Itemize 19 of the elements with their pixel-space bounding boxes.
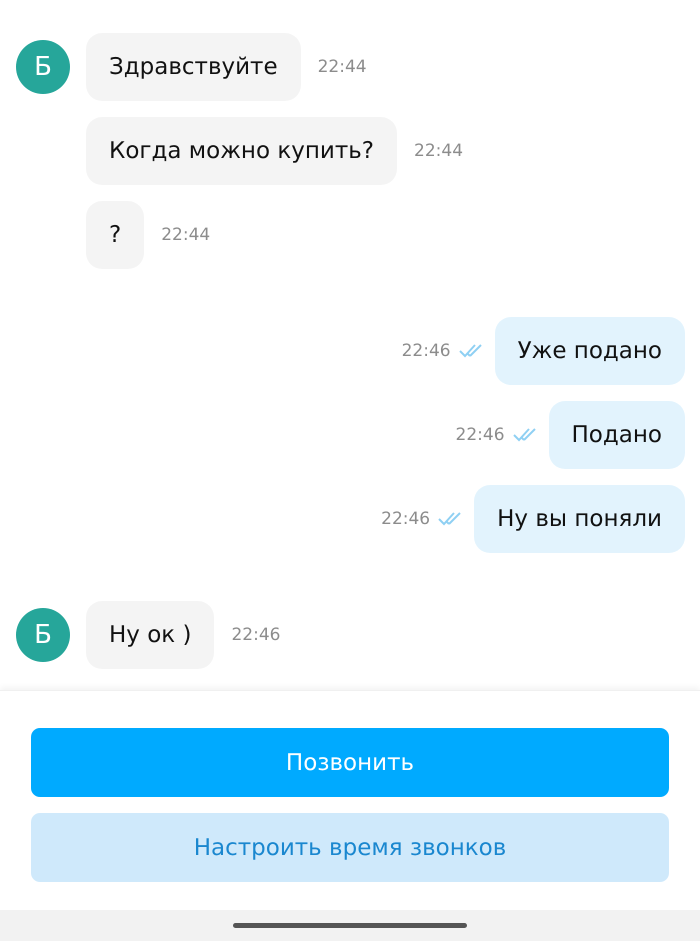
- call-button[interactable]: Позвонить: [31, 728, 669, 797]
- message-time: 22:46: [231, 625, 280, 645]
- message-time: 22:46: [456, 425, 505, 445]
- home-indicator[interactable]: [233, 923, 467, 928]
- message-time: 22:46: [402, 341, 451, 361]
- message-time: 22:44: [414, 141, 464, 161]
- message-bubble: Ну вы поняли: [474, 485, 685, 553]
- message-bubble: Уже подано: [494, 317, 685, 385]
- message-bubble: ?: [86, 201, 144, 269]
- message-bubble: Когда можно купить?: [86, 117, 398, 185]
- call-settings-button[interactable]: Настроить время звонков: [31, 813, 669, 882]
- message-bubble: Подано: [548, 401, 685, 469]
- avatar: Б: [16, 608, 70, 662]
- message-bubble: Здравствуйте: [86, 33, 301, 101]
- message-bubble: Ну ок ): [86, 601, 214, 669]
- message-time: 22:44: [318, 57, 367, 77]
- message-time: 22:46: [381, 509, 430, 529]
- message-time: 22:44: [161, 225, 210, 245]
- avatar: Б: [16, 40, 70, 94]
